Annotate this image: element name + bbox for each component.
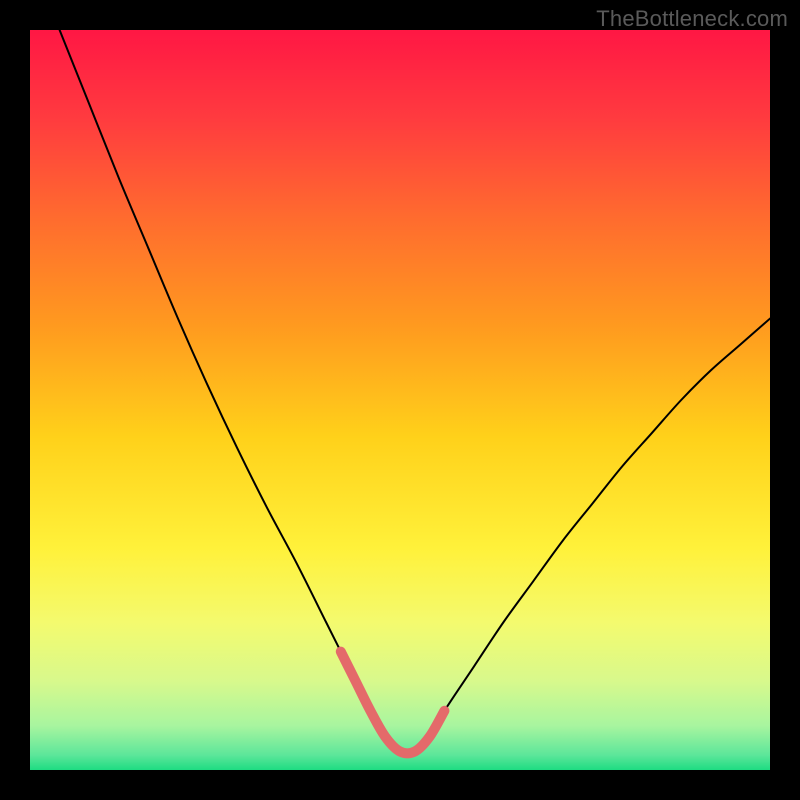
- chart-background: [30, 30, 770, 770]
- chart-svg: [30, 30, 770, 770]
- chart-plot-area: [30, 30, 770, 770]
- chart-frame: TheBottleneck.com: [0, 0, 800, 800]
- watermark-text: TheBottleneck.com: [596, 6, 788, 32]
